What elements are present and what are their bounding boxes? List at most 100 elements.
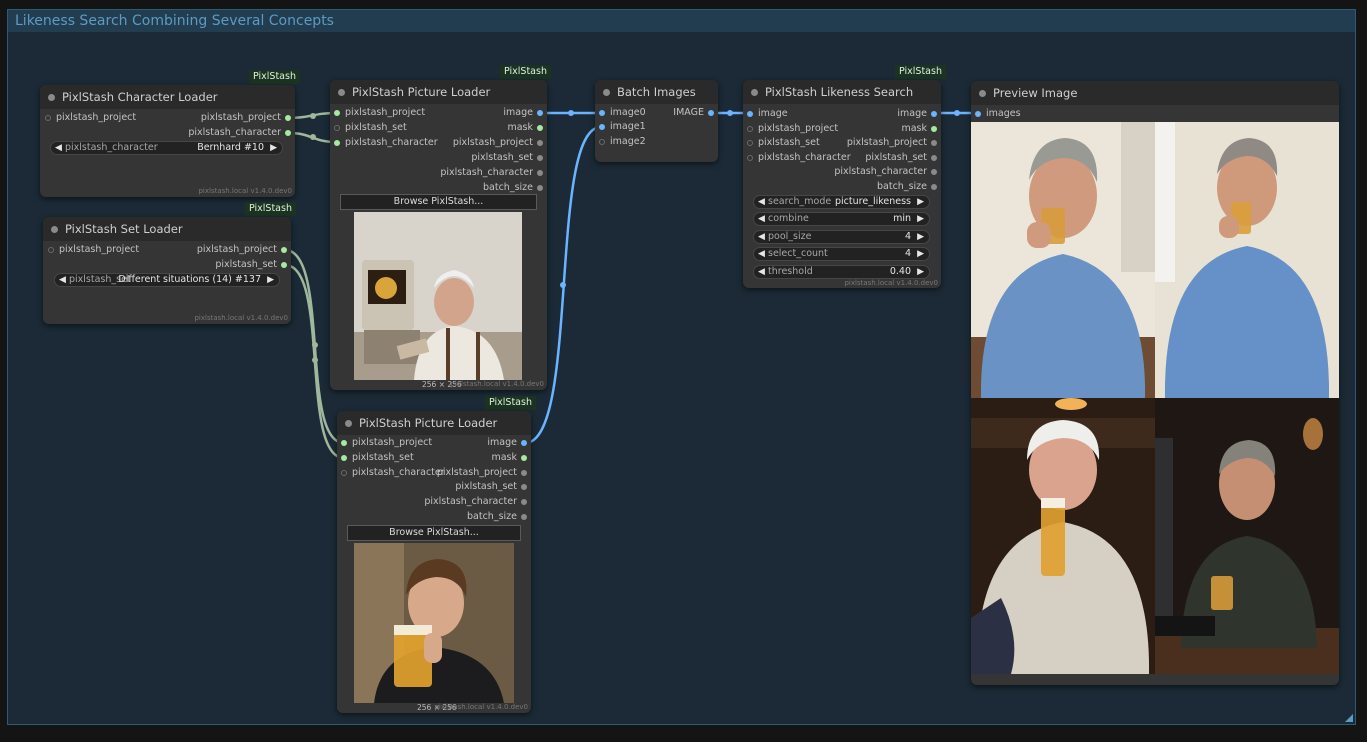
input-slot-project[interactable]: pixlstash_project xyxy=(46,243,139,257)
collapse-dot-icon[interactable] xyxy=(345,420,352,427)
slot-dot-icon[interactable] xyxy=(747,111,753,117)
input-slot-image1[interactable]: image1 xyxy=(597,120,646,134)
output-slot-project[interactable]: pixlstash_project xyxy=(437,466,529,480)
output-slot-set[interactable]: pixlstash_set xyxy=(471,151,545,165)
slot-dot-icon[interactable] xyxy=(599,124,605,130)
slot-dot-icon[interactable] xyxy=(931,126,937,132)
input-slot-character[interactable]: pixlstash_character xyxy=(745,151,851,165)
slot-dot-icon[interactable] xyxy=(521,440,527,446)
output-slot-project[interactable]: pixlstash_project xyxy=(847,136,939,150)
arrow-left-icon[interactable]: ◀ xyxy=(758,231,765,243)
slot-dot-icon[interactable] xyxy=(931,184,937,190)
node-title[interactable]: PixlStash Set Loader xyxy=(43,217,291,241)
slot-dot-icon[interactable] xyxy=(537,140,543,146)
slot-dot-icon[interactable] xyxy=(931,140,937,146)
slot-dot-icon[interactable] xyxy=(599,110,605,116)
node-set-loader[interactable]: PixlStash Set Loader pixlstash_project p… xyxy=(43,217,291,324)
collapse-dot-icon[interactable] xyxy=(751,89,758,96)
slot-dot-icon[interactable] xyxy=(931,169,937,175)
character-combo[interactable]: ◀ pixlstash_character Bernhard #10 ▶ xyxy=(50,141,283,155)
output-slot-image[interactable]: image xyxy=(503,106,545,120)
collapse-dot-icon[interactable] xyxy=(48,94,55,101)
arrow-left-icon[interactable]: ◀ xyxy=(55,142,62,154)
node-title[interactable]: PixlStash Picture Loader xyxy=(330,80,547,104)
arrow-right-icon[interactable]: ▶ xyxy=(270,142,277,154)
slot-dot-icon[interactable] xyxy=(521,499,527,505)
input-slot-set[interactable]: pixlstash_set xyxy=(332,121,407,135)
node-picture-loader-1[interactable]: PixlStash Picture Loader pixlstash_proje… xyxy=(330,80,547,390)
input-slot-project[interactable]: pixlstash_project xyxy=(43,111,136,125)
node-likeness-search[interactable]: PixlStash Likeness Search image pixlstas… xyxy=(743,80,941,288)
output-slot-character[interactable]: pixlstash_character xyxy=(188,126,293,140)
node-title[interactable]: PixlStash Character Loader xyxy=(40,85,295,109)
input-slot-images[interactable]: images xyxy=(973,107,1021,121)
arrow-left-icon[interactable]: ◀ xyxy=(758,196,765,208)
slot-dot-icon[interactable] xyxy=(975,111,981,117)
pool-size-stepper[interactable]: ◀ pool_size 4 ▶ xyxy=(753,230,930,244)
slot-dot-icon[interactable] xyxy=(521,455,527,461)
output-slot-batch-size[interactable]: batch_size xyxy=(877,180,939,194)
output-slot-batch-size[interactable]: batch_size xyxy=(483,181,545,195)
arrow-right-icon[interactable]: ▶ xyxy=(917,248,924,260)
preview-image-3[interactable] xyxy=(971,398,1155,674)
output-slot-image[interactable]: IMAGE xyxy=(673,106,716,120)
output-slot-project[interactable]: pixlstash_project xyxy=(453,136,545,150)
input-slot-image2[interactable]: image2 xyxy=(597,135,646,149)
slot-dot-icon[interactable] xyxy=(45,115,51,121)
output-slot-character[interactable]: pixlstash_character xyxy=(424,495,529,509)
slot-dot-icon[interactable] xyxy=(537,110,543,116)
arrow-left-icon[interactable]: ◀ xyxy=(59,274,66,286)
node-title[interactable]: PixlStash Likeness Search xyxy=(743,80,941,104)
slot-dot-icon[interactable] xyxy=(341,455,347,461)
browse-button[interactable]: Browse PixlStash... xyxy=(347,525,521,541)
output-slot-set[interactable]: pixlstash_set xyxy=(865,151,939,165)
slot-dot-icon[interactable] xyxy=(747,140,753,146)
output-slot-project[interactable]: pixlstash_project xyxy=(201,111,293,125)
slot-dot-icon[interactable] xyxy=(285,130,291,136)
input-slot-character[interactable]: pixlstash_character xyxy=(339,466,445,480)
output-slot-set[interactable]: pixlstash_set xyxy=(215,258,289,272)
slot-dot-icon[interactable] xyxy=(48,247,54,253)
search-mode-combo[interactable]: ◀ search_mode picture_likeness ▶ xyxy=(753,195,930,209)
node-batch-images[interactable]: Batch Images image0 image1 image2 IMAGE xyxy=(595,80,718,162)
input-slot-set[interactable]: pixlstash_set xyxy=(339,451,414,465)
arrow-left-icon[interactable]: ◀ xyxy=(758,248,765,260)
collapse-dot-icon[interactable] xyxy=(338,89,345,96)
slot-dot-icon[interactable] xyxy=(537,170,543,176)
output-slot-character[interactable]: pixlstash_character xyxy=(834,165,939,179)
output-slot-mask[interactable]: mask xyxy=(491,451,529,465)
arrow-right-icon[interactable]: ▶ xyxy=(917,266,924,278)
output-slot-mask[interactable]: mask xyxy=(901,122,939,136)
slot-dot-icon[interactable] xyxy=(599,139,605,145)
output-slot-project[interactable]: pixlstash_project xyxy=(197,243,289,257)
browse-button[interactable]: Browse PixlStash... xyxy=(340,194,537,210)
threshold-stepper[interactable]: ◀ threshold 0.40 ▶ xyxy=(753,265,930,279)
arrow-left-icon[interactable]: ◀ xyxy=(758,266,765,278)
group-resize-handle[interactable] xyxy=(1345,714,1353,722)
arrow-right-icon[interactable]: ▶ xyxy=(267,274,274,286)
slot-dot-icon[interactable] xyxy=(334,125,340,131)
node-title[interactable]: PixlStash Picture Loader xyxy=(337,411,531,435)
output-slot-set[interactable]: pixlstash_set xyxy=(455,480,529,494)
slot-dot-icon[interactable] xyxy=(281,247,287,253)
slot-dot-icon[interactable] xyxy=(334,140,340,146)
set-combo[interactable]: ◀ pixlstash_set Different situations (14… xyxy=(54,273,280,287)
input-slot-project[interactable]: pixlstash_project xyxy=(745,122,838,136)
slot-dot-icon[interactable] xyxy=(341,440,347,446)
select-count-stepper[interactable]: ◀ select_count 4 ▶ xyxy=(753,247,930,261)
collapse-dot-icon[interactable] xyxy=(603,89,610,96)
output-slot-image[interactable]: image xyxy=(897,107,939,121)
node-picture-loader-2[interactable]: PixlStash Picture Loader pixlstash_proje… xyxy=(337,411,531,713)
node-title[interactable]: Preview Image xyxy=(971,81,1339,105)
output-slot-batch-size[interactable]: batch_size xyxy=(467,510,529,524)
slot-dot-icon[interactable] xyxy=(537,185,543,191)
collapse-dot-icon[interactable] xyxy=(979,90,986,97)
preview-image-2[interactable] xyxy=(1155,122,1339,398)
node-title[interactable]: Batch Images xyxy=(595,80,718,104)
input-slot-image[interactable]: image xyxy=(745,107,788,121)
slot-dot-icon[interactable] xyxy=(285,115,291,121)
slot-dot-icon[interactable] xyxy=(931,155,937,161)
arrow-right-icon[interactable]: ▶ xyxy=(917,231,924,243)
slot-dot-icon[interactable] xyxy=(537,155,543,161)
output-slot-image[interactable]: image xyxy=(487,436,529,450)
